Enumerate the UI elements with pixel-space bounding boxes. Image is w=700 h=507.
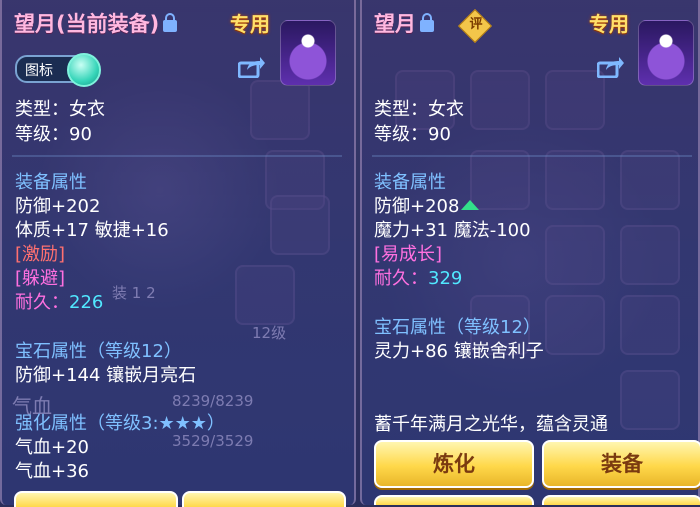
enhance-stat-1: 气血+20 <box>15 437 89 458</box>
durability-value: 329 <box>428 268 463 289</box>
item-title: 望月(当前装备) <box>14 10 178 38</box>
exclusive-label: 专用 <box>230 12 270 36</box>
special-skill-tag: [躲避] <box>15 268 66 289</box>
durability-value: 226 <box>69 292 104 313</box>
rating-seal-label: 评 <box>469 17 483 32</box>
bg-hp-bar: 8239/8239 <box>172 392 254 410</box>
gem-attributes-heading: 宝石属性（等级12） <box>15 341 182 362</box>
attribute-stats: 魔力+31 魔法-100 <box>374 220 531 241</box>
defense-stat: 防御+208 <box>374 195 480 219</box>
avatar-icon <box>638 20 694 86</box>
gem-attributes-heading: 宝石属性（等级12） <box>374 317 541 338</box>
item-type: 类型：女衣 <box>374 99 464 120</box>
lock-icon <box>420 13 434 32</box>
current-equipped-label: (当前装备) <box>56 12 160 36</box>
equip-button[interactable]: 装备 <box>542 440 700 488</box>
exclusive-label: 专用 <box>589 12 629 36</box>
item-level: 等级：90 <box>374 124 451 145</box>
item-type: 类型：女衣 <box>15 99 105 120</box>
defense-stat: 防御+202 <box>15 196 101 217</box>
lock-icon <box>163 13 178 32</box>
item-name: 望月 <box>14 12 56 36</box>
enhance-attributes-heading: 强化属性（等级3:★★★） <box>15 413 225 434</box>
divider <box>372 155 692 157</box>
durability-label: 耐久： <box>15 292 69 313</box>
arrow-up-icon <box>461 200 480 210</box>
toggle-knob-icon <box>67 53 101 87</box>
item-title: 望月 <box>374 10 434 38</box>
gem-stats: 灵力+86 镶嵌舍利子 <box>374 341 544 362</box>
bottom-button-right[interactable] <box>542 495 700 505</box>
gem-stats: 防御+144 镶嵌月亮石 <box>15 365 197 386</box>
avatar-icon <box>280 20 336 86</box>
bg-slot-label: 装 1 2 <box>112 284 156 302</box>
bg-level-badge: 12级 <box>252 324 287 342</box>
defense-stat-value: 防御+208 <box>374 196 460 217</box>
item-name: 望月 <box>374 12 416 36</box>
icon-toggle-label: 图标 <box>25 63 53 79</box>
special-effect-tag: [易成长] <box>374 244 443 265</box>
refine-button[interactable]: 炼化 <box>374 440 534 488</box>
attribute-stats: 体质+17 敏捷+16 <box>15 220 169 241</box>
icon-toggle[interactable]: 图标 <box>15 53 101 87</box>
share-icon[interactable] <box>597 56 625 78</box>
bottom-button-left[interactable] <box>374 495 534 505</box>
enhance-stat-2: 气血+36 <box>15 461 89 482</box>
item-level: 等级：90 <box>15 124 92 145</box>
durability: 耐久：329 <box>374 267 462 291</box>
item-description: 蓄千年满月之光华，蕴含灵通 <box>374 414 608 435</box>
special-effect-tag: [激励] <box>15 244 66 265</box>
durability-label: 耐久： <box>374 268 428 289</box>
compare-equipment-panel: 望月 专用 类型：女衣 等级：90 装备属性 防御+208 魔力+31 魔法-1… <box>360 0 700 505</box>
durability: 耐久：226 <box>15 291 103 315</box>
equip-attributes-heading: 装备属性 <box>15 172 87 193</box>
share-icon[interactable] <box>238 56 266 78</box>
equip-attributes-heading: 装备属性 <box>374 172 446 193</box>
current-equipment-panel: 望月(当前装备) 专用 图标 类型：女衣 等级：90 装备属性 防御+202 体… <box>0 0 356 507</box>
divider <box>12 155 342 157</box>
